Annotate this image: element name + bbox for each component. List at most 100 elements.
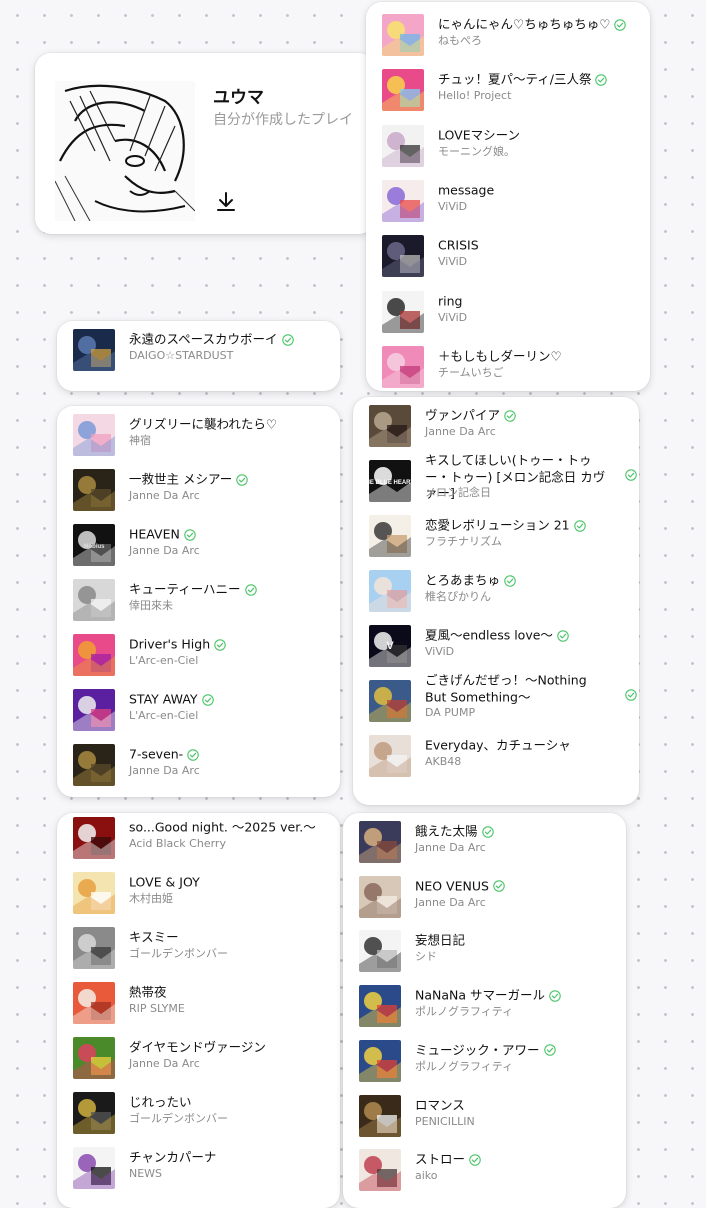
track-title: LOVEマシーン [438, 127, 640, 144]
album-art [73, 817, 115, 859]
track-row[interactable]: 餓えた太陽 Janne Da Arc [359, 817, 616, 865]
track-artist: ViViD [438, 310, 468, 324]
track-row[interactable]: THE BLUE HEARTSキスしてほしい(トゥー・トゥー・トゥー) [メロン… [369, 453, 637, 504]
track-row[interactable]: ヴァンパイア Janne Da Arc [369, 401, 629, 449]
album-art [73, 1147, 115, 1189]
track-title-text: message [438, 182, 495, 198]
track-row[interactable]: グリズリーに襲われたら♡ 神宿 [73, 410, 330, 458]
track-title-text: 7-seven- [129, 746, 184, 762]
track-artist: フラチナリズム [425, 535, 502, 548]
track-title: にゃんにゃん♡ちゅちゅちゅ♡ [438, 16, 640, 33]
track-row[interactable]: Everyday、カチューシャ AKB48 [369, 731, 629, 779]
track-title: Driver's High [129, 636, 330, 653]
track-row[interactable]: じれったい ゴールデンボンバー [73, 1088, 330, 1136]
album-art [369, 405, 411, 447]
album-art: V [369, 625, 411, 667]
track-title: LOVE & JOY [129, 874, 330, 891]
track-row[interactable]: LOVE & JOY 木村由姫 [73, 868, 330, 916]
track-artist: ねもぺろ [438, 34, 482, 47]
track-title: ロマンス [415, 1097, 616, 1114]
track-row[interactable]: キスミー ゴールデンボンバー [73, 923, 330, 971]
track-title: ring [438, 293, 640, 310]
track-row[interactable]: にゃんにゃん♡ちゅちゅちゅ♡ ねもぺろ [382, 10, 640, 58]
track-title-text: ミュージック・アワー [415, 1042, 540, 1058]
svg-text:THE BLUE HEARTS: THE BLUE HEARTS [369, 480, 411, 486]
track-row[interactable]: 恋愛レボリューション 21 フラチナリズム [369, 511, 629, 559]
track-row[interactable]: ごきげんだぜっ！〜Nothing But Something〜 DA PUMP [369, 673, 637, 724]
album-art [382, 179, 424, 222]
track-title: ヴァンパイア [425, 407, 629, 424]
track-row[interactable]: Möbius HEAVEN Janne Da Arc [73, 520, 330, 568]
track-title-text: 夏風〜endless love〜 [425, 627, 553, 643]
album-art [382, 290, 424, 333]
album-art [73, 1092, 115, 1134]
track-title: 夏風〜endless love〜 [425, 627, 629, 644]
album-art [369, 735, 411, 777]
track-artist: 倖田來未 [129, 599, 173, 612]
album-art [73, 689, 115, 731]
track-title-text: ロマンス [415, 1097, 465, 1112]
track-title: とろあまちゅ [425, 572, 629, 589]
track-row[interactable]: so...Good night. 〜2025 ver.〜 Acid Black C… [73, 813, 330, 861]
track-artist: ゴールデンボンバー [129, 947, 228, 960]
album-art [382, 124, 424, 167]
track-row[interactable]: 妄想日記 シド [359, 926, 616, 974]
track-title: CRISIS [438, 237, 640, 254]
track-row[interactable]: 一救世主 メシアー Janne Da Arc [73, 465, 330, 513]
track-title: ストロー [415, 1151, 616, 1168]
playlist-card-single: 永遠のスペースカウボーイ DAIGO☆STARDUST [57, 321, 340, 391]
track-artist: AKB48 [425, 755, 462, 768]
track-row[interactable]: チュッ！夏パ〜ティ/三人祭 Hello! Project [382, 65, 640, 113]
track-row[interactable]: CRISIS ViViD [382, 231, 640, 279]
album-art [359, 930, 401, 973]
track-artist: シド [415, 950, 437, 964]
track-title-text: 熱帯夜 [129, 984, 167, 1000]
track-row[interactable]: Driver's High L'Arc-en-Ciel [73, 630, 330, 678]
album-art [369, 680, 411, 722]
track-row[interactable]: ＋もしもしダーリン♡ チームいちご [382, 342, 640, 390]
album-art [359, 1039, 401, 1082]
track-title-text: STAY AWAY [129, 691, 198, 707]
track-row[interactable]: ミュージック・アワー ポルノグラフィティ [359, 1036, 616, 1084]
track-row[interactable]: message ViViD [382, 176, 640, 224]
track-title-text: 恋愛レボリューション 21 [425, 517, 570, 533]
track-row[interactable]: チャンカパーナ NEWS [73, 1143, 330, 1191]
track-title: ＋もしもしダーリン♡ [438, 348, 640, 365]
track-title-text: so...Good night. 〜2025 ver.〜 [129, 819, 316, 835]
track-title: チュッ！夏パ〜ティ/三人祭 [438, 71, 640, 88]
album-art [359, 875, 401, 918]
album-art [382, 345, 424, 388]
track-artist: 木村由姫 [129, 892, 173, 905]
track-title-text: 一救世主 メシアー [129, 471, 233, 487]
track-row[interactable]: NaNaNa サマーガール ポルノグラフィティ [359, 981, 616, 1029]
track-row[interactable]: NEO VENUS Janne Da Arc [359, 872, 616, 920]
track-row[interactable]: ダイヤモンドヴァージン Janne Da Arc [73, 1033, 330, 1081]
svg-text:V: V [386, 640, 394, 652]
track-title: 恋愛レボリューション 21 [425, 517, 629, 534]
track-artist: NEWS [129, 1167, 163, 1180]
track-row[interactable]: V 夏風〜endless love〜 ViViD [369, 621, 629, 669]
download-icon[interactable] [215, 191, 237, 213]
added-check-icon [595, 74, 608, 86]
track-row[interactable]: ロマンス PENICILLIN [359, 1091, 616, 1139]
track-title-text: キューティーハニー [129, 581, 241, 597]
track-row[interactable]: とろあまちゅ 椎名ぴかりん [369, 566, 629, 614]
track-row[interactable]: LOVEマシーン モーニング娘。 [382, 121, 640, 169]
track-row[interactable]: キューティーハニー 倖田來未 [73, 575, 330, 623]
track-row[interactable]: ストロー aiko [359, 1145, 616, 1193]
track-row[interactable]: 熱帯夜 RIP SLYME [73, 978, 330, 1026]
playlist-card-right-2: 餓えた太陽 Janne Da Arc NEO VENUS Janne Da Arc 妄想… [343, 813, 626, 1208]
profile-name: ユウマ [213, 88, 264, 108]
track-row[interactable]: 7-seven- Janne Da Arc [73, 740, 330, 788]
album-art [73, 414, 115, 456]
track-title: チャンカパーナ [129, 1149, 330, 1166]
track-row[interactable]: 永遠のスペースカウボーイ DAIGO☆STARDUST [73, 325, 330, 373]
track-title-text: にゃんにゃん♡ちゅちゅちゅ♡ [438, 16, 611, 32]
added-check-icon [557, 629, 569, 642]
track-row[interactable]: STAY AWAY L'Arc-en-Ciel [73, 685, 330, 733]
track-title-text: NaNaNa サマーガール [415, 987, 546, 1003]
track-row[interactable]: ring ViViD [382, 287, 640, 335]
added-check-icon [187, 748, 199, 761]
track-title-text: HEAVEN [129, 526, 180, 542]
track-title-text: 妄想日記 [415, 932, 466, 948]
